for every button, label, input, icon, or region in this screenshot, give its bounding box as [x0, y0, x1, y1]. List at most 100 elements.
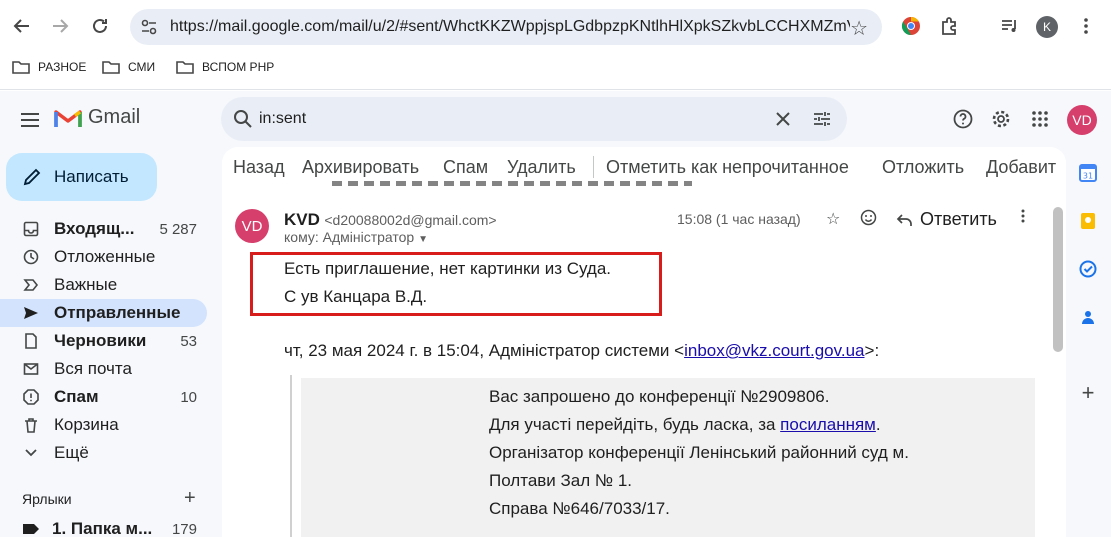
quote-line-text: Для участі перейдіть, будь ласка, за	[489, 415, 781, 434]
quote-header: чт, 23 мая 2024 г. в 15:04, Адміністрато…	[284, 341, 879, 361]
bookmark-folder[interactable]: РАЗНОЕ	[12, 60, 86, 74]
folder-icon	[12, 61, 30, 74]
spam-button[interactable]: Спам	[443, 157, 488, 178]
bookmark-folder[interactable]: СМИ	[102, 60, 155, 74]
all-mail-icon	[22, 361, 40, 377]
draft-icon	[22, 333, 40, 349]
bookmark-star-icon[interactable]: ☆	[850, 16, 868, 41]
message-time: 15:08 (1 час назад)	[677, 211, 801, 227]
sender-avatar[interactable]: VD	[235, 209, 269, 243]
chevron-down-icon	[22, 446, 40, 460]
sender-email: <d20088002d@gmail.com>	[324, 212, 497, 228]
compose-label: Написать	[54, 167, 129, 186]
message-body-line: С ув Канцара В.Д.	[284, 287, 428, 306]
keep-icon[interactable]	[1076, 209, 1100, 233]
trash-icon	[22, 417, 40, 433]
pencil-icon	[23, 168, 41, 186]
scrollbar-thumb[interactable]	[1053, 207, 1063, 352]
calendar-icon[interactable]: 31	[1076, 161, 1100, 185]
important-icon	[22, 277, 40, 293]
message-view: Назад Архивировать Спам Удалить Отметить…	[222, 147, 1066, 537]
sidebar-nav: Входящ... 5 287 Отложенные Важные Отправ…	[0, 215, 215, 467]
recipient-text: кому: Адміністратор	[284, 229, 415, 245]
apps-grid-icon[interactable]	[1028, 107, 1052, 131]
site-settings-icon[interactable]	[140, 18, 158, 36]
sidebar-item-label: Ещё	[54, 443, 89, 462]
quote-header-suffix: >:	[864, 341, 880, 360]
more-options-icon[interactable]	[1021, 209, 1025, 228]
reply-arrow-icon	[896, 213, 912, 226]
bookmark-folder[interactable]: ВСПОМ PHP	[176, 60, 274, 74]
sidebar-item-inbox[interactable]: Входящ... 5 287	[0, 215, 207, 243]
quote-header-text: чт, 23 мая 2024 г. в 15:04, Адміністрато…	[284, 341, 685, 360]
add-label-icon[interactable]: +	[184, 487, 196, 510]
browser-menu-icon[interactable]	[1074, 14, 1098, 38]
emoji-reaction-icon[interactable]	[860, 209, 877, 231]
search-bar[interactable]: in:sent	[221, 97, 847, 141]
sidebar-item-snoozed[interactable]: Отложенные	[0, 243, 207, 271]
reply-button[interactable]: Ответить	[896, 209, 997, 230]
sidebar-item-label: Черновики	[54, 331, 147, 350]
conference-link[interactable]: посиланням	[780, 415, 876, 434]
sidebar-item-all-mail[interactable]: Вся почта	[0, 355, 207, 383]
label-count: 179	[171, 520, 197, 537]
clear-search-icon[interactable]	[774, 110, 792, 128]
sidebar-item-important[interactable]: Важные	[0, 271, 207, 299]
sidebar-item-sent[interactable]: Отправленные	[0, 299, 207, 327]
settings-gear-icon[interactable]	[989, 107, 1013, 131]
extensions-puzzle-icon[interactable]	[938, 14, 962, 38]
labels-header: Ярлыки	[22, 491, 72, 507]
gmail-m-icon	[54, 109, 82, 127]
folder-icon	[102, 61, 120, 74]
message-body-line: Есть приглашение, нет картинки из Суда.	[284, 259, 612, 278]
sidebar-item-label: Корзина	[54, 415, 119, 434]
quote-line: Справа №646/7033/17.	[489, 499, 670, 518]
label-item[interactable]: 1. Папка м... 179	[22, 519, 212, 537]
archive-button[interactable]: Архивировать	[302, 157, 419, 178]
clock-icon	[22, 249, 40, 265]
main-menu-icon[interactable]	[18, 108, 42, 132]
star-icon[interactable]: ☆	[826, 209, 840, 229]
folder-icon	[176, 61, 194, 74]
quote-sender-email-link[interactable]: inbox@vkz.court.gov.ua	[684, 341, 864, 360]
back-button[interactable]: Назад	[233, 157, 285, 178]
help-icon[interactable]	[951, 107, 975, 131]
account-avatar[interactable]: VD	[1067, 105, 1097, 135]
back-arrow-icon[interactable]	[8, 12, 36, 40]
bookmark-label: ВСПОМ PHP	[202, 60, 275, 74]
add-to-button[interactable]: Добавит	[986, 157, 1056, 178]
search-icon[interactable]	[233, 109, 253, 129]
snooze-button[interactable]: Отложить	[882, 157, 964, 178]
sidebar-item-trash[interactable]: Корзина	[0, 411, 207, 439]
sidebar-item-spam[interactable]: Спам 10	[0, 383, 207, 411]
toolbar-divider	[593, 156, 594, 178]
sidebar-item-drafts[interactable]: Черновики 53	[0, 327, 207, 355]
sidebar-item-label: Отправленные	[54, 303, 181, 322]
url-text[interactable]: https://mail.google.com/mail/u/2/#sent/W…	[170, 18, 850, 36]
quote-line: Організатор конференції Ленінський район…	[489, 443, 909, 462]
search-input[interactable]: in:sent	[259, 110, 306, 128]
recipient-details-caret-icon[interactable]: ▼	[418, 234, 428, 245]
contacts-icon[interactable]	[1076, 305, 1100, 329]
media-control-icon[interactable]	[998, 14, 1022, 38]
spam-count: 10	[180, 388, 197, 406]
reload-icon[interactable]	[86, 12, 114, 40]
search-options-icon[interactable]	[812, 109, 832, 129]
quote-line: Вас запрошено до конференції №2909806.	[489, 387, 830, 406]
tasks-icon[interactable]	[1076, 257, 1100, 281]
add-addon-icon[interactable]: +	[1076, 380, 1100, 405]
compose-button[interactable]: Написать	[6, 153, 157, 201]
sender-line: KVD <d20088002d@gmail.com>	[284, 210, 497, 230]
recipient-line[interactable]: кому: Адміністратор ▼	[284, 229, 428, 245]
sidebar-item-more[interactable]: Ещё	[0, 439, 207, 467]
forward-arrow-icon[interactable]	[46, 12, 74, 40]
extension-chrome-icon[interactable]	[899, 14, 923, 38]
mark-unread-button[interactable]: Отметить как непрочитанное	[606, 157, 849, 178]
delete-button[interactable]: Удалить	[507, 157, 576, 178]
sidebar-item-label: Отложенные	[54, 247, 156, 266]
gmail-logo[interactable]: Gmail	[54, 106, 140, 129]
quote-line: Полтави Зал № 1.	[489, 471, 633, 490]
sidebar-item-label: Входящ...	[54, 219, 135, 238]
address-bar[interactable]: https://mail.google.com/mail/u/2/#sent/W…	[130, 9, 882, 45]
profile-avatar[interactable]: K	[1036, 16, 1058, 38]
